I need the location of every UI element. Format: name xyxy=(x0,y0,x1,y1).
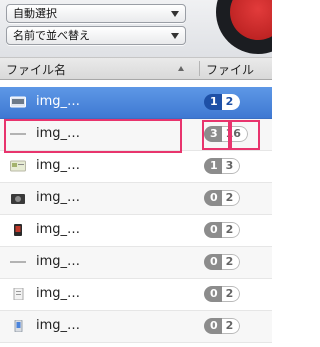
file-count-total: 2 xyxy=(221,190,241,206)
table-row[interactable]: img_… 1 3 xyxy=(0,151,272,183)
toolbar-panel: 自動選択 名前で並べ替え xyxy=(0,0,272,57)
file-count-total: 2 xyxy=(221,94,241,110)
file-count-badge: 3 16 xyxy=(204,126,248,142)
file-count-primary: 0 xyxy=(204,190,222,206)
column-header-files[interactable]: ファイル xyxy=(206,61,254,78)
file-name: img_… xyxy=(36,126,81,141)
file-count-total: 2 xyxy=(221,286,241,302)
file-count-primary: 3 xyxy=(204,126,222,142)
table-row[interactable]: img_… 0 2 xyxy=(0,247,272,279)
file-count-badge: 1 3 xyxy=(204,158,241,174)
table-row[interactable]: img_… 1 2 xyxy=(0,87,272,119)
table-row[interactable]: img_… 0 2 xyxy=(0,183,272,215)
dash-icon xyxy=(10,261,26,263)
record-disc-icon xyxy=(216,0,272,54)
file-count-badge: 0 2 xyxy=(204,190,241,206)
sort-ascending-icon xyxy=(178,66,184,71)
file-count-primary: 1 xyxy=(204,158,222,174)
file-name: img_… xyxy=(36,158,81,173)
column-divider xyxy=(199,61,200,76)
dash-icon xyxy=(10,133,26,135)
file-count-total: 3 xyxy=(221,158,241,174)
auto-select-dropdown[interactable]: 自動選択 xyxy=(6,4,186,23)
table-row[interactable]: img_… 0 2 xyxy=(0,279,272,311)
table-row[interactable]: img_… 3 16 xyxy=(0,119,272,151)
file-count-primary: 0 xyxy=(204,318,222,334)
auto-select-label: 自動選択 xyxy=(13,7,57,20)
file-count-primary: 1 xyxy=(204,94,222,110)
file-name: img_… xyxy=(36,222,81,237)
document-icon xyxy=(13,288,24,300)
card-icon xyxy=(10,160,26,172)
file-count-total: 2 xyxy=(221,318,241,334)
file-list: img_… 1 2 img_… 3 16 img_… 1 3 img_… 0 2… xyxy=(0,87,272,343)
file-count-primary: 0 xyxy=(204,222,222,238)
column-header-filename[interactable]: ファイル名 xyxy=(6,61,66,78)
display-icon xyxy=(10,96,26,108)
table-row[interactable]: img_… 0 2 xyxy=(0,311,272,343)
file-count-badge: 0 2 xyxy=(204,318,241,334)
file-count-badge: 0 2 xyxy=(204,222,241,238)
phone-dark-icon xyxy=(14,224,22,236)
file-count-badge: 0 2 xyxy=(204,254,241,270)
sort-by-name-dropdown[interactable]: 名前で並べ替え xyxy=(6,26,186,45)
sort-by-name-label: 名前で並べ替え xyxy=(13,29,90,42)
table-row[interactable]: img_… 0 2 xyxy=(0,215,272,247)
file-count-badge: 0 2 xyxy=(204,286,241,302)
file-name: img_… xyxy=(36,286,81,301)
dropdown-arrow-icon xyxy=(171,11,179,17)
file-name: img_… xyxy=(36,94,81,109)
file-name: img_… xyxy=(36,190,81,205)
file-name: img_… xyxy=(36,318,81,333)
dropdown-arrow-icon xyxy=(171,33,179,39)
table-header: ファイル名 ファイル xyxy=(0,57,272,80)
camera-icon xyxy=(11,194,25,204)
phone-light-icon xyxy=(14,320,23,332)
file-count-total: 2 xyxy=(221,222,241,238)
file-count-badge: 1 2 xyxy=(204,94,241,110)
file-count-total: 16 xyxy=(221,126,248,142)
file-count-primary: 0 xyxy=(204,286,222,302)
file-name: img_… xyxy=(36,254,81,269)
file-count-total: 2 xyxy=(221,254,241,270)
file-count-primary: 0 xyxy=(204,254,222,270)
